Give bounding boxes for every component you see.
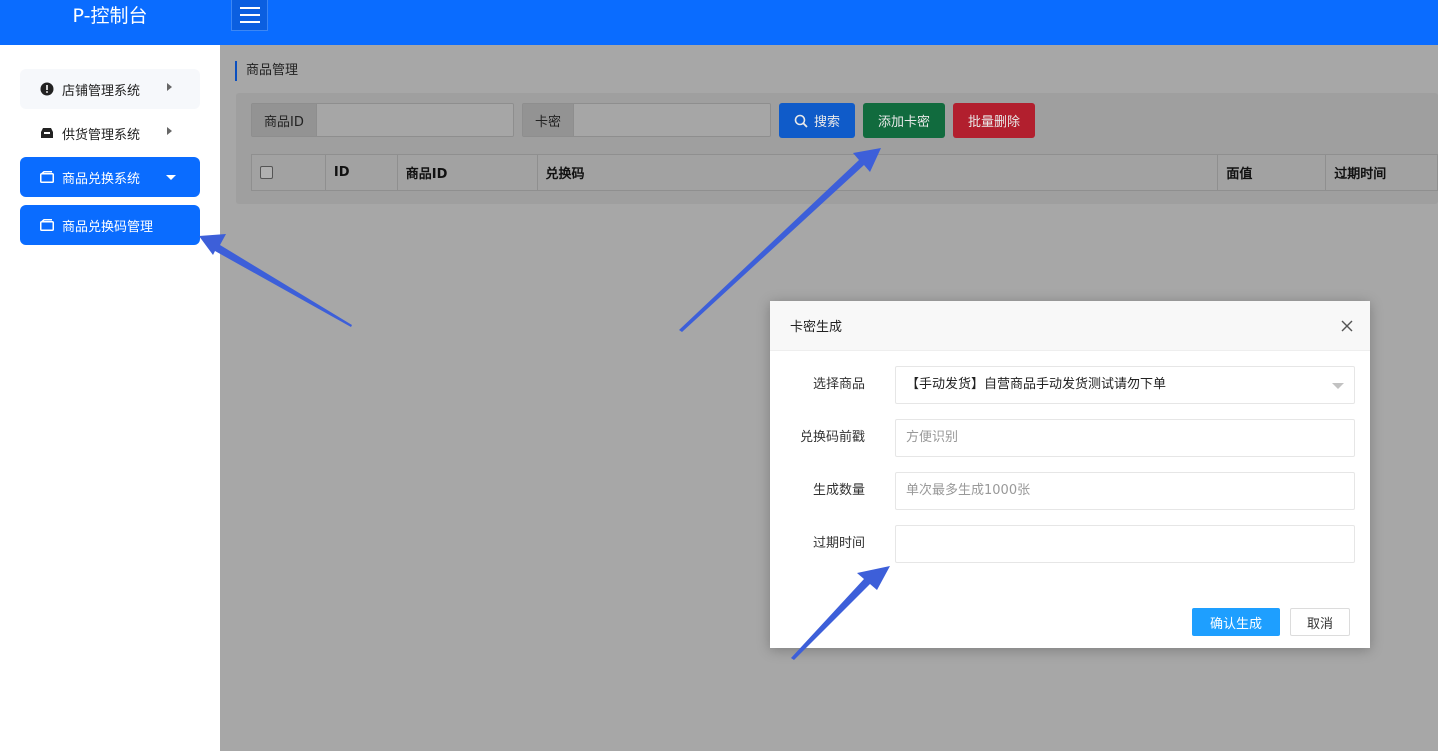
folder-icon bbox=[40, 170, 54, 184]
expiry-time-label: 过期时间 bbox=[812, 536, 865, 551]
quantity-label: 生成数量 bbox=[812, 483, 865, 498]
sidebar-item-label: 商品兑换码管理 bbox=[62, 219, 154, 235]
search-button[interactable]: 搜索 bbox=[779, 103, 855, 138]
column-header-face-value[interactable]: 面值 bbox=[1218, 155, 1327, 190]
column-header-id[interactable]: ID bbox=[326, 155, 398, 190]
breadcrumb: 商品管理 bbox=[235, 61, 298, 81]
sidebar-item-exchange-code-management[interactable]: 商品兑换码管理 bbox=[20, 205, 200, 245]
folder-icon bbox=[40, 218, 54, 232]
dialog-title: 卡密生成 bbox=[790, 320, 843, 335]
sidebar-item-product-exchange[interactable]: 商品兑换系统 bbox=[20, 157, 200, 197]
close-icon[interactable] bbox=[1340, 319, 1354, 333]
top-header: P-控制台 bbox=[0, 0, 1438, 45]
expiry-time-input[interactable] bbox=[895, 525, 1355, 563]
form-row-prefix: 兑换码前戳 方便识别 bbox=[770, 419, 1370, 457]
chevron-right-icon bbox=[167, 127, 172, 135]
data-table-header: ID 商品ID 兑换码 面值 过期时间 bbox=[251, 154, 1438, 191]
confirm-generate-button[interactable]: 确认生成 bbox=[1192, 608, 1280, 636]
sidebar-item-supply-management[interactable]: 供货管理系统 bbox=[20, 113, 200, 153]
code-prefix-input[interactable]: 方便识别 bbox=[895, 419, 1355, 457]
sidebar-item-store-management[interactable]: 店铺管理系统 bbox=[20, 69, 200, 109]
product-select[interactable]: 【手动发货】自营商品手动发货测试请勿下单 bbox=[895, 366, 1355, 404]
sidebar-item-label: 店铺管理系统 bbox=[62, 83, 141, 99]
product-select-value: 【手动发货】自营商品手动发货测试请勿下单 bbox=[906, 377, 1167, 392]
column-header-product-id[interactable]: 商品ID bbox=[398, 155, 538, 190]
card-generate-dialog: 卡密生成 选择商品 【手动发货】自营商品手动发货测试请勿下单 兑换码前戳 方便识… bbox=[770, 301, 1370, 648]
sidebar-item-label: 供货管理系统 bbox=[62, 127, 141, 143]
filter-panel: 商品ID 卡密 搜索 添加卡密 批量删除 ID 商品ID 兑换码 面值 过期时间 bbox=[236, 93, 1438, 204]
product-select-label: 选择商品 bbox=[812, 377, 865, 392]
dropdown-arrow-icon bbox=[1332, 383, 1344, 389]
product-id-label: 商品ID bbox=[252, 104, 317, 136]
select-all-checkbox[interactable] bbox=[260, 166, 273, 179]
sidebar: 店铺管理系统 供货管理系统 商品兑换系统 商品兑换码管理 bbox=[0, 45, 220, 751]
quantity-input[interactable]: 单次最多生成1000张 bbox=[895, 472, 1355, 510]
chevron-right-icon bbox=[167, 83, 172, 91]
product-id-input[interactable] bbox=[316, 104, 513, 136]
form-row-expiry: 过期时间 bbox=[770, 525, 1370, 563]
card-secret-input[interactable] bbox=[574, 104, 770, 136]
select-all-cell bbox=[252, 155, 326, 190]
sidebar-item-label: 商品兑换系统 bbox=[62, 171, 141, 187]
add-card-button[interactable]: 添加卡密 bbox=[863, 103, 945, 138]
form-row-product: 选择商品 【手动发货】自营商品手动发货测试请勿下单 bbox=[770, 366, 1370, 404]
search-icon bbox=[794, 114, 808, 128]
column-header-exchange-code[interactable]: 兑换码 bbox=[538, 155, 1219, 190]
card-secret-filter: 卡密 bbox=[522, 103, 771, 137]
card-secret-label: 卡密 bbox=[523, 104, 575, 136]
product-id-filter: 商品ID bbox=[251, 103, 514, 137]
form-row-quantity: 生成数量 单次最多生成1000张 bbox=[770, 472, 1370, 510]
batch-delete-button[interactable]: 批量删除 bbox=[953, 103, 1035, 138]
inbox-icon bbox=[40, 126, 54, 140]
alert-circle-icon bbox=[40, 82, 54, 96]
column-header-expiry-time[interactable]: 过期时间 bbox=[1326, 155, 1437, 190]
dialog-header: 卡密生成 bbox=[770, 301, 1370, 351]
search-button-label: 搜索 bbox=[813, 115, 840, 130]
code-prefix-label: 兑换码前戳 bbox=[799, 430, 865, 445]
chevron-down-icon bbox=[166, 175, 176, 180]
app-title: P-控制台 bbox=[72, 5, 148, 27]
menu-toggle-icon[interactable] bbox=[231, 0, 268, 31]
cancel-button[interactable]: 取消 bbox=[1290, 608, 1350, 636]
